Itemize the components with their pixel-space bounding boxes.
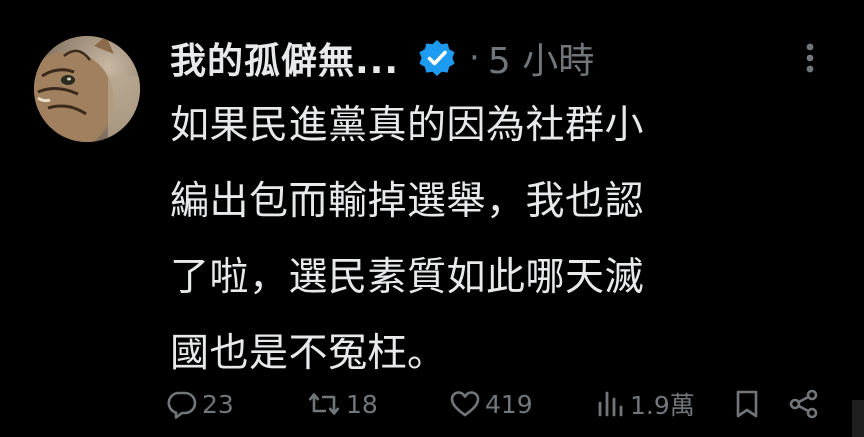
- heart-icon: [450, 391, 480, 417]
- like-button[interactable]: 419: [449, 383, 533, 425]
- repost-button[interactable]: 18: [306, 383, 378, 425]
- verified-badge-icon: [417, 38, 457, 78]
- repost-count: 18: [346, 389, 378, 419]
- cat-photo-avatar: [34, 36, 140, 142]
- reply-count: 23: [202, 389, 234, 419]
- like-count: 419: [485, 389, 533, 419]
- post-text-line: 了啦，選民素質如此哪天滅: [170, 255, 645, 300]
- share-button[interactable]: [787, 383, 821, 425]
- separator-dot: ·: [469, 38, 480, 78]
- post-text-line: 如果民進黨真的因為社群小: [170, 103, 645, 148]
- view-count: 1.9萬: [630, 391, 695, 420]
- reply-button[interactable]: 23: [166, 383, 234, 425]
- more-vertical-icon[interactable]: [796, 38, 824, 78]
- post-text-line: 國也是不冤枉。: [170, 331, 447, 376]
- bookmark-icon: [736, 390, 758, 418]
- scrollbar[interactable]: [852, 400, 864, 437]
- views-bar-chart-icon: [598, 391, 623, 417]
- post-text-line: 編出包而輸掉選舉，我也認: [170, 179, 645, 224]
- repost-icon: [308, 393, 340, 415]
- action-bar: 23 18 419 1.9萬: [0, 383, 864, 425]
- views-button[interactable]: 1.9萬: [594, 383, 695, 425]
- bookmark-button[interactable]: [733, 383, 761, 425]
- post-header: 我的孤僻無... · 5 小時: [170, 30, 594, 86]
- reply-icon: [167, 391, 197, 419]
- avatar[interactable]: [34, 36, 140, 142]
- post-text: 如果民進黨真的因為社群小 編出包而輸掉選舉，我也認 了啦，選民素質如此哪天滅 國…: [170, 88, 810, 392]
- timestamp[interactable]: 5 小時: [488, 32, 594, 84]
- share-icon: [789, 389, 818, 419]
- display-name[interactable]: 我的孤僻無...: [170, 32, 399, 84]
